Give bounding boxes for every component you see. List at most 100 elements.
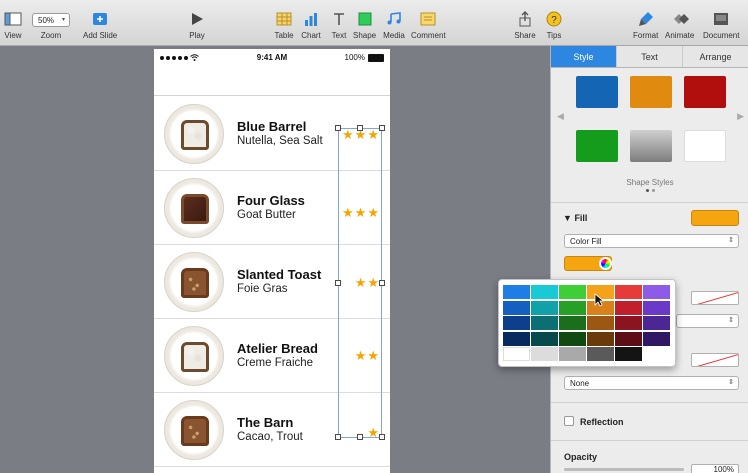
- reflection-checkbox[interactable]: [564, 416, 574, 426]
- toast-image: [181, 120, 209, 150]
- reflection-label: Reflection: [580, 417, 624, 427]
- comment-button[interactable]: Comment: [411, 9, 446, 40]
- list-item[interactable]: Atelier Bread Creme Fraiche ★★: [154, 319, 390, 393]
- palette-color-cell[interactable]: [503, 347, 530, 361]
- fill-type-select[interactable]: Color Fill ⇕: [564, 234, 739, 248]
- palette-color-cell[interactable]: [615, 285, 642, 299]
- tab-text[interactable]: Text: [617, 46, 683, 67]
- text-button[interactable]: Text: [328, 9, 350, 40]
- opacity-field[interactable]: 100%: [691, 464, 739, 473]
- palette-color-cell[interactable]: [531, 285, 558, 299]
- list-item[interactable]: Blue Barrel Nutella, Sea Salt ★★★: [154, 97, 390, 171]
- updown-arrows-icon: ⇕: [728, 379, 734, 386]
- shape-style-swatch[interactable]: [630, 130, 672, 162]
- svg-text:?: ?: [551, 15, 557, 26]
- toolbar: View 50% ▾ Zoom Add Slide Play Table Char…: [0, 0, 748, 46]
- tab-style[interactable]: Style: [551, 46, 617, 67]
- zoom-control[interactable]: 50% ▾ Zoom: [32, 9, 70, 40]
- add-slide-button[interactable]: Add Slide: [83, 9, 117, 40]
- resize-handle[interactable]: [335, 280, 341, 286]
- border-style-select[interactable]: None ⇕: [564, 376, 739, 390]
- shape-style-swatch[interactable]: [576, 76, 618, 108]
- view-button[interactable]: View: [2, 9, 24, 40]
- chart-button[interactable]: Chart: [300, 9, 322, 40]
- palette-color-cell[interactable]: [531, 300, 558, 315]
- palette-color-cell[interactable]: [615, 331, 642, 346]
- palette-color-cell[interactable]: [587, 331, 614, 346]
- palette-color-cell[interactable]: [615, 347, 642, 361]
- palette-color-cell[interactable]: [559, 347, 586, 361]
- shadow-none-swatch[interactable]: [691, 353, 739, 367]
- plate-image: [164, 326, 224, 386]
- list-item[interactable]: Slanted Toast Foie Gras ★★: [154, 245, 390, 319]
- palette-color-cell[interactable]: [503, 331, 530, 346]
- plate-image: [164, 178, 224, 238]
- palette-color-cell[interactable]: [559, 285, 586, 299]
- palette-color-cell[interactable]: [503, 300, 530, 315]
- paintbrush-icon: [635, 9, 657, 28]
- shape-style-swatch[interactable]: [684, 130, 726, 162]
- palette-color-cell[interactable]: [531, 316, 558, 330]
- list-item[interactable]: Four Glass Goat Butter ★★★: [154, 171, 390, 245]
- shape-style-swatch[interactable]: [576, 130, 618, 162]
- tips-button[interactable]: ? Tips: [543, 9, 565, 40]
- toast-image: [181, 194, 209, 224]
- tab-arrange[interactable]: Arrange: [683, 46, 748, 67]
- toast-image: [181, 268, 209, 298]
- comment-icon: [417, 9, 439, 28]
- fill-color-well[interactable]: [691, 210, 739, 226]
- plate-image: [164, 252, 224, 312]
- resize-handle[interactable]: [357, 125, 363, 131]
- pager-dots[interactable]: [646, 189, 655, 192]
- play-button[interactable]: Play: [186, 9, 208, 40]
- border-select[interactable]: ⇕: [676, 314, 739, 328]
- palette-color-cell[interactable]: [587, 347, 614, 361]
- palette-color-cell[interactable]: [531, 347, 558, 361]
- resize-handle[interactable]: [379, 125, 385, 131]
- palette-color-cell[interactable]: [503, 316, 530, 330]
- table-button[interactable]: Table: [273, 9, 295, 40]
- resize-handle[interactable]: [379, 434, 385, 440]
- palette-color-cell[interactable]: [615, 316, 642, 330]
- star-rating: ★★: [354, 275, 380, 290]
- palette-color-cell[interactable]: [643, 316, 670, 330]
- shape-styles-label: Shape Styles: [626, 178, 674, 187]
- shape-icon: [354, 9, 376, 28]
- palette-color-cell[interactable]: [559, 300, 586, 315]
- palette-color-cell[interactable]: [615, 300, 642, 315]
- palette-color-cell[interactable]: [531, 331, 558, 346]
- palette-color-cell[interactable]: [503, 285, 530, 299]
- fill-section-title[interactable]: ▼ Fill: [563, 213, 587, 223]
- palette-color-cell[interactable]: [559, 316, 586, 330]
- resize-handle[interactable]: [357, 434, 363, 440]
- zoom-select[interactable]: 50% ▾: [32, 13, 70, 27]
- chevron-right-icon[interactable]: ▶: [737, 111, 744, 122]
- chevron-left-icon[interactable]: ◀: [557, 111, 564, 122]
- resize-handle[interactable]: [335, 125, 341, 131]
- chevron-down-icon: ▾: [61, 17, 65, 23]
- border-none-swatch[interactable]: [691, 291, 739, 305]
- palette-color-cell[interactable]: [587, 316, 614, 330]
- media-button[interactable]: Media: [383, 9, 405, 40]
- document-button[interactable]: Document: [703, 9, 739, 40]
- opacity-slider[interactable]: [564, 468, 684, 471]
- palette-color-cell[interactable]: [559, 331, 586, 346]
- animate-button[interactable]: Animate: [665, 9, 694, 40]
- plate-image: [164, 104, 224, 164]
- share-button[interactable]: Share: [514, 9, 536, 40]
- shape-button[interactable]: Shape: [353, 9, 376, 40]
- resize-handle[interactable]: [335, 434, 341, 440]
- list-item[interactable]: The Barn Cacao, Trout ★: [154, 393, 390, 467]
- media-icon: [383, 9, 405, 28]
- palette-color-cell[interactable]: [643, 285, 670, 299]
- palette-color-cell[interactable]: [643, 331, 670, 346]
- palette-color-cell[interactable]: [643, 300, 670, 315]
- color-wheel-icon[interactable]: [599, 257, 612, 270]
- resize-handle[interactable]: [379, 280, 385, 286]
- shape-style-swatch[interactable]: [630, 76, 672, 108]
- format-inspector: Style Text Arrange ◀ ▶ Shape Styles ▼ Fi…: [550, 46, 748, 473]
- slide-phone-mockup[interactable]: 9:41 AM 100% Blue Barrel Nutella, Sea Sa…: [154, 49, 390, 473]
- view-icon: [2, 9, 24, 28]
- shape-style-swatch[interactable]: [684, 76, 726, 108]
- format-button[interactable]: Format: [633, 9, 658, 40]
